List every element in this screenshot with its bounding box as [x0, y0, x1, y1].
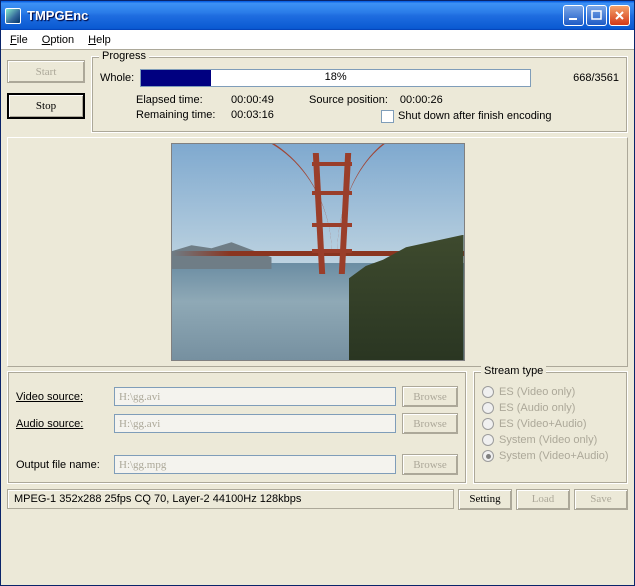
app-icon [5, 8, 21, 24]
client-area: Start Stop Progress Whole: 18% 668/3561 … [1, 50, 634, 585]
video-browse-button: Browse [402, 386, 458, 407]
status-text: MPEG-1 352x288 25fps CQ 70, Layer-2 4410… [7, 489, 454, 509]
menu-file[interactable]: File [3, 32, 35, 48]
video-source-label[interactable]: Video source: [16, 391, 108, 403]
progress-bar: 18% [140, 69, 531, 87]
progress-legend: Progress [99, 50, 149, 62]
remaining-value: 00:03:16 [231, 108, 309, 123]
srcpos-label: Source position: [309, 93, 388, 108]
video-source-input [114, 387, 396, 406]
output-file-input [114, 455, 396, 474]
menubar: File Option Help [1, 30, 634, 50]
stop-button[interactable]: Stop [7, 93, 85, 119]
start-button: Start [7, 60, 85, 83]
preview-area [7, 137, 628, 367]
elapsed-value: 00:00:49 [231, 93, 309, 108]
remaining-label: Remaining time: [136, 108, 231, 123]
sources-group: Video source: Browse Audio source: Brows… [7, 371, 467, 484]
menu-help[interactable]: Help [81, 32, 118, 48]
load-button: Load [516, 489, 570, 510]
audio-browse-button: Browse [402, 413, 458, 434]
whole-label: Whole: [100, 72, 134, 84]
titlebar[interactable]: TMPGEnc [1, 1, 634, 30]
stream-type-group: Stream type ES (Video only) ES (Audio on… [473, 371, 628, 484]
output-file-label: Output file name: [16, 459, 108, 471]
progress-count: 668/3561 [547, 72, 619, 84]
shutdown-label: Shut down after finish encoding [398, 109, 552, 124]
radio-es-video: ES (Video only) [482, 384, 619, 400]
radio-es-audio: ES (Audio only) [482, 400, 619, 416]
app-window: TMPGEnc File Option Help Start Stop Prog… [0, 0, 635, 586]
radio-es-va: ES (Video+Audio) [482, 416, 619, 432]
setting-button[interactable]: Setting [458, 489, 512, 510]
audio-source-input [114, 414, 396, 433]
video-preview [171, 143, 465, 361]
menu-option[interactable]: Option [35, 32, 81, 48]
maximize-button[interactable] [586, 5, 607, 26]
radio-sys-va: System (Video+Audio) [482, 448, 619, 464]
srcpos-value: 00:00:26 [400, 93, 443, 108]
progress-percent: 18% [141, 71, 530, 83]
stream-legend: Stream type [481, 365, 546, 377]
statusbar: MPEG-1 352x288 25fps CQ 70, Layer-2 4410… [7, 488, 628, 510]
audio-source-label[interactable]: Audio source: [16, 418, 108, 430]
progress-group: Progress Whole: 18% 668/3561 Elapsed tim… [91, 56, 628, 133]
close-button[interactable] [609, 5, 630, 26]
save-button: Save [574, 489, 628, 510]
output-browse-button: Browse [402, 454, 458, 475]
radio-sys-video: System (Video only) [482, 432, 619, 448]
shutdown-checkbox[interactable] [381, 110, 394, 123]
minimize-button[interactable] [563, 5, 584, 26]
window-title: TMPGEnc [25, 8, 563, 23]
elapsed-label: Elapsed time: [136, 93, 231, 108]
